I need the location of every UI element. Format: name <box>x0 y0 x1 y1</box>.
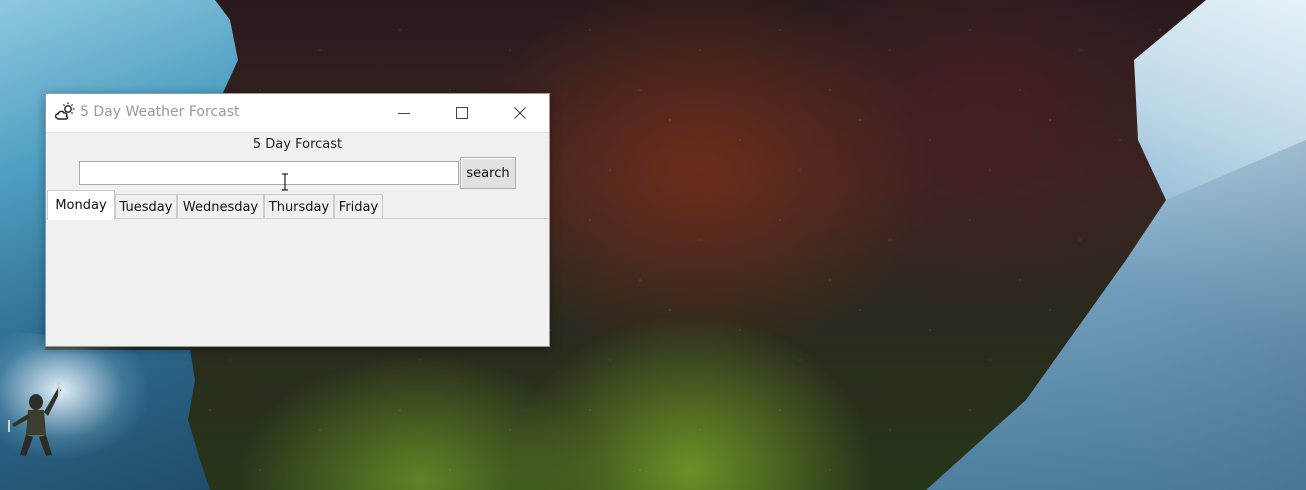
window-title: 5 Day Weather Forcast <box>80 104 240 120</box>
page-title: 5 Day Forcast <box>252 137 343 152</box>
close-icon <box>514 107 526 119</box>
weather-partly-cloudy-icon <box>54 102 75 120</box>
tab-monday[interactable]: Monday <box>47 190 115 220</box>
day-tabs: Monday Tuesday Wednesday Thursday Friday <box>46 190 549 220</box>
app-window: 5 Day Weather Forcast 5 Day Forcast sear… <box>45 93 550 347</box>
climber-figure <box>8 382 61 456</box>
tab-tuesday[interactable]: Tuesday <box>115 194 177 219</box>
close-button[interactable] <box>491 94 549 132</box>
tab-panel-content <box>46 219 549 346</box>
title-bar[interactable]: 5 Day Weather Forcast <box>46 94 549 133</box>
tab-wednesday[interactable]: Wednesday <box>177 194 264 219</box>
minimize-icon <box>398 113 410 114</box>
maximize-icon <box>456 107 468 119</box>
tab-thursday[interactable]: Thursday <box>264 194 334 219</box>
minimize-button[interactable] <box>375 94 433 132</box>
tab-friday[interactable]: Friday <box>334 194 383 219</box>
search-button[interactable]: search <box>460 157 516 189</box>
maximize-button[interactable] <box>433 94 491 132</box>
search-input[interactable] <box>79 161 459 185</box>
